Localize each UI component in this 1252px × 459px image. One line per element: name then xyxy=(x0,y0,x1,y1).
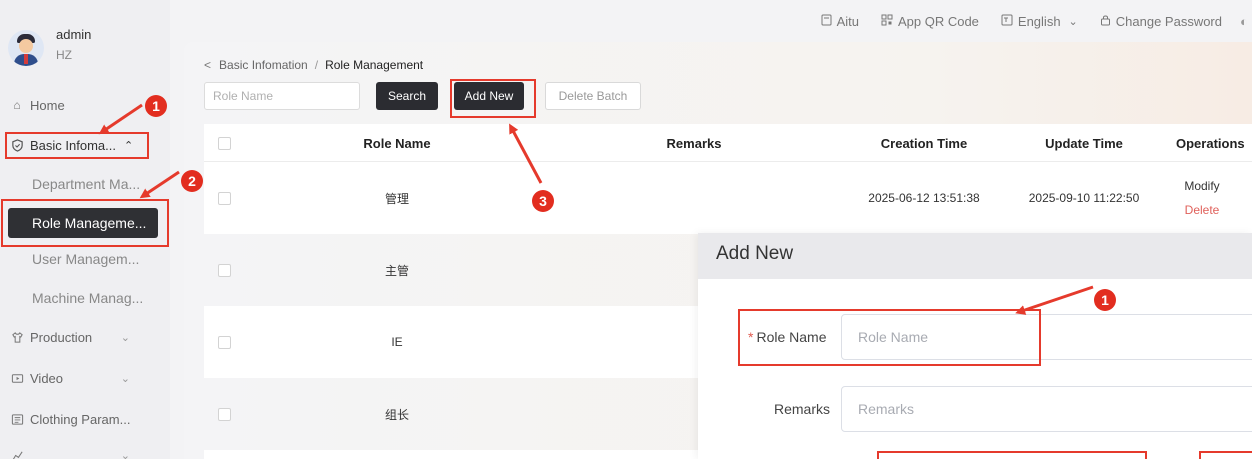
step-badge-3: 3 xyxy=(532,190,554,212)
step-badge-2: 2 xyxy=(181,170,203,192)
step-badge-1: 1 xyxy=(145,95,167,117)
arrow-1 xyxy=(98,103,143,135)
annotation-arrows xyxy=(98,103,1094,315)
arrow-dialog-1 xyxy=(1015,285,1094,315)
arrow-2 xyxy=(139,170,180,199)
step-badge-dialog-1: 1 xyxy=(1094,289,1116,311)
arrow-3 xyxy=(509,123,543,184)
